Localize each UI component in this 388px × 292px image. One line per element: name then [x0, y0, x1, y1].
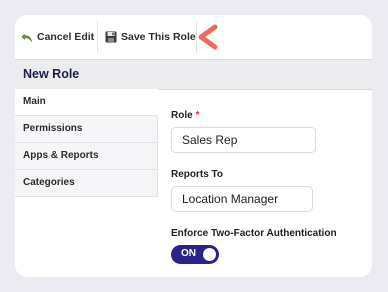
save-role-button[interactable]: Save This Role	[105, 27, 196, 47]
toggle-knob	[203, 248, 216, 261]
role-name-input[interactable]: Sales Rep	[171, 127, 316, 153]
toolbar-divider	[97, 21, 98, 53]
sidebar-item-apps-reports[interactable]: Apps & Reports	[15, 143, 158, 170]
role-label-text: Role	[171, 110, 193, 121]
two-factor-label: Enforce Two-Factor Authentication	[171, 228, 337, 239]
section-header: New Role	[15, 59, 372, 90]
two-factor-toggle[interactable]: ON	[171, 245, 219, 264]
page-title: New Role	[23, 67, 80, 81]
sidebar-item-main[interactable]: Main	[15, 89, 158, 116]
role-field-label: Role *	[171, 110, 200, 121]
reports-to-label: Reports To	[171, 169, 224, 180]
toolbar: Cancel Edit Save This Role	[15, 15, 372, 59]
cancel-edit-button[interactable]: Cancel Edit	[21, 27, 94, 47]
reports-to-select[interactable]: Location Manager	[171, 186, 313, 212]
save-role-label: Save This Role	[121, 31, 196, 43]
role-editor-card: Cancel Edit Save This Role New Role Main…	[15, 15, 372, 277]
toggle-state-label: ON	[181, 248, 196, 259]
pointer-arrow-icon	[198, 24, 218, 50]
sidebar-item-permissions[interactable]: Permissions	[15, 116, 158, 143]
required-marker: *	[195, 110, 200, 121]
cancel-edit-label: Cancel Edit	[37, 31, 95, 43]
undo-arrow-icon	[21, 31, 33, 43]
sidebar-item-categories[interactable]: Categories	[15, 170, 158, 197]
sidebar: Main Permissions Apps & Reports Categori…	[15, 89, 158, 197]
save-disk-icon	[105, 31, 117, 43]
